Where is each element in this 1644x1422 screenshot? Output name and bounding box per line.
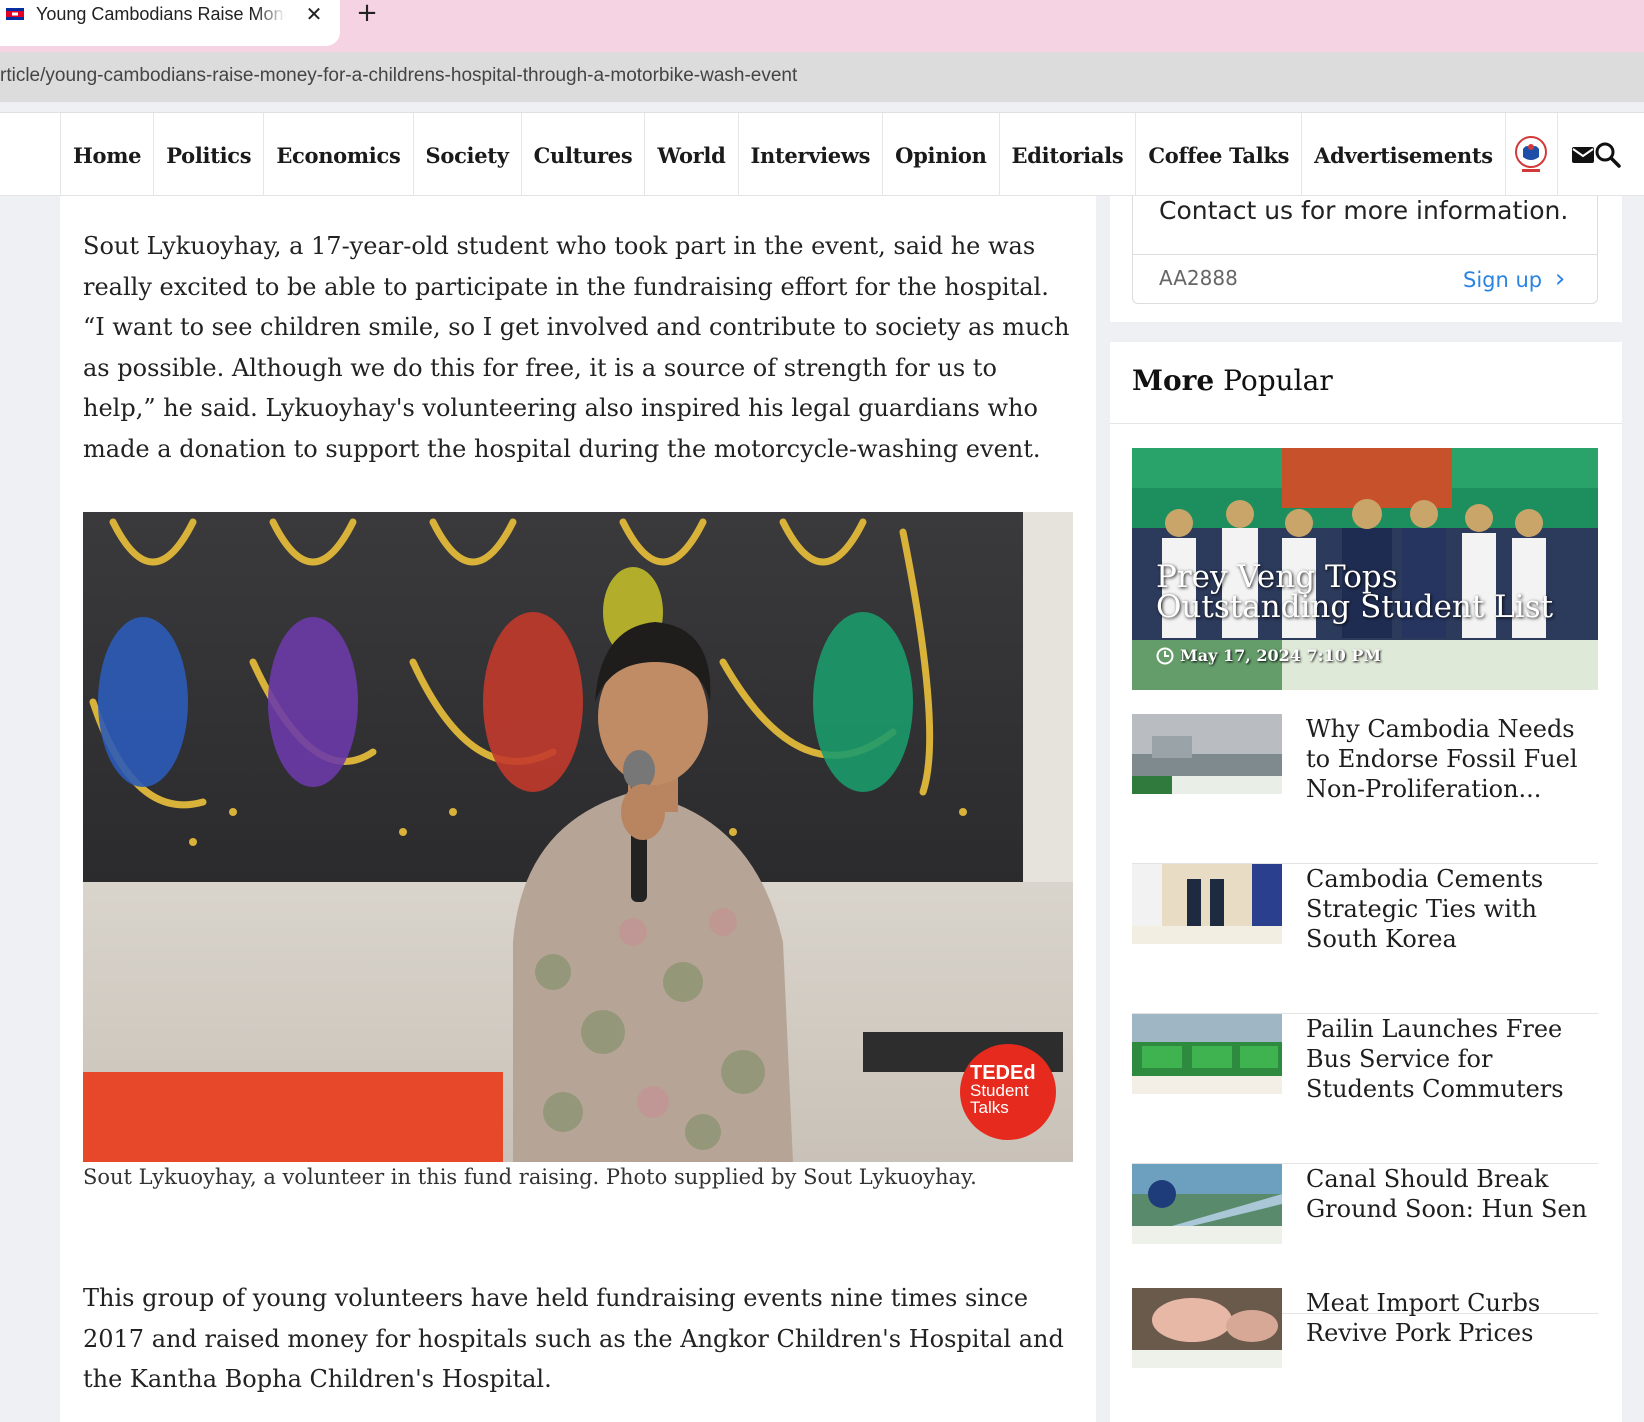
story-thumbnail bbox=[1132, 1288, 1282, 1368]
widget-title: More Popular bbox=[1132, 364, 1333, 397]
new-tab-button[interactable]: + bbox=[354, 0, 380, 28]
nav-item-advertisements[interactable]: Advertisements bbox=[1301, 113, 1505, 197]
story-title[interactable]: Meat Import Curbs Revive Pork Prices bbox=[1306, 1288, 1596, 1348]
popular-list-item[interactable]: Meat Import Curbs Revive Pork Prices bbox=[1132, 1288, 1598, 1422]
mail-icon bbox=[1572, 147, 1595, 163]
newsletter-box: Contact us for more information. AA2888 … bbox=[1110, 196, 1622, 322]
nav-item-coffee-talks[interactable]: Coffee Talks bbox=[1135, 113, 1301, 197]
featured-story-title[interactable]: Prey Veng Tops Outstanding Student List bbox=[1156, 562, 1576, 623]
story-title[interactable]: Why Cambodia Needs to Endorse Fossil Fue… bbox=[1306, 714, 1596, 804]
popular-list-item[interactable]: Cambodia Cements Strategic Ties with Sou… bbox=[1132, 864, 1598, 1014]
nav-item-opinion[interactable]: Opinion bbox=[882, 113, 998, 197]
story-thumbnail bbox=[1132, 714, 1282, 794]
ted-badge-talks: Talks bbox=[970, 1098, 1009, 1117]
more-popular-widget: More Popular Prey Veng Tops Outstanding … bbox=[1110, 342, 1622, 1422]
nav-item-cultures[interactable]: Cultures bbox=[520, 113, 645, 197]
newsletter-card: Contact us for more information. AA2888 … bbox=[1132, 196, 1598, 304]
popular-list-item[interactable]: Pailin Launches Free Bus Service for Stu… bbox=[1132, 1014, 1598, 1164]
chevron-right-icon: › bbox=[1554, 264, 1566, 294]
widget-title-rest: Popular bbox=[1214, 364, 1333, 397]
story-title[interactable]: Pailin Launches Free Bus Service for Stu… bbox=[1306, 1014, 1596, 1104]
contact-text: Contact us for more information. bbox=[1159, 196, 1569, 225]
article-body: Sout Lykuoyhay, a 17-year-old student wh… bbox=[60, 196, 1096, 1422]
popular-list-item[interactable]: Why Cambodia Needs to Endorse Fossil Fue… bbox=[1132, 714, 1598, 864]
tab-title: Young Cambodians Raise Money for a Child… bbox=[36, 4, 286, 26]
nav-item-interviews[interactable]: Interviews bbox=[737, 113, 883, 197]
nav-item-editorials[interactable]: Editorials bbox=[998, 113, 1136, 197]
cambodia-flag-icon bbox=[6, 8, 24, 20]
address-bar[interactable]: rticle/young-cambodians-raise-money-for-… bbox=[0, 52, 1644, 102]
nav-item-home[interactable]: Home bbox=[60, 113, 153, 197]
sign-up-label: Sign up bbox=[1463, 268, 1543, 292]
speaker-photo-image bbox=[83, 512, 1073, 1162]
ted-badge-student: Student bbox=[970, 1081, 1029, 1100]
clock-icon bbox=[1156, 647, 1174, 665]
nav-menu: Home Politics Economics Society Cultures… bbox=[60, 113, 1609, 197]
divider bbox=[1133, 254, 1597, 255]
sign-up-link[interactable]: Sign up › bbox=[1463, 264, 1565, 294]
photo-caption: Sout Lykuoyhay, a volunteer in this fund… bbox=[83, 1165, 977, 1189]
widget-title-bold: More bbox=[1132, 364, 1215, 397]
featured-story[interactable]: Prey Veng Tops Outstanding Student List … bbox=[1132, 448, 1598, 690]
browser-tab-strip: Young Cambodians Raise Money for a Child… bbox=[0, 0, 1644, 52]
featured-story-date: May 17, 2024 7:10 PM bbox=[1180, 646, 1382, 665]
article-paragraph: Sout Lykuoyhay, a 17-year-old student wh… bbox=[83, 232, 1070, 463]
story-thumbnail bbox=[1132, 864, 1282, 944]
widget-header: More Popular bbox=[1110, 342, 1622, 424]
article-paragraph: This group of young volunteers have held… bbox=[83, 1284, 1064, 1393]
story-thumbnail bbox=[1132, 1164, 1282, 1244]
url-text[interactable]: rticle/young-cambodians-raise-money-for-… bbox=[0, 65, 797, 87]
khmer-logo-icon bbox=[1515, 136, 1548, 172]
close-tab-icon[interactable]: ✕ bbox=[302, 0, 326, 28]
story-title[interactable]: Cambodia Cements Strategic Ties with Sou… bbox=[1306, 864, 1596, 954]
browser-tab[interactable]: Young Cambodians Raise Money for a Child… bbox=[0, 0, 340, 46]
nav-item-politics[interactable]: Politics bbox=[153, 113, 263, 197]
khmer-site-logo-button[interactable] bbox=[1504, 113, 1557, 197]
promo-code: AA2888 bbox=[1159, 266, 1238, 290]
nav-item-society[interactable]: Society bbox=[412, 113, 521, 197]
nav-item-world[interactable]: World bbox=[644, 113, 737, 197]
story-thumbnail bbox=[1132, 1014, 1282, 1094]
article-photo: TEDEd Student Talks bbox=[83, 512, 1073, 1162]
nav-item-economics[interactable]: Economics bbox=[263, 113, 412, 197]
site-navigation: Home Politics Economics Society Cultures… bbox=[0, 112, 1644, 197]
ted-ed-badge: TEDEd Student Talks bbox=[970, 1063, 1050, 1117]
story-title[interactable]: Canal Should Break Ground Soon: Hun Sen bbox=[1306, 1164, 1596, 1224]
search-icon[interactable] bbox=[1594, 141, 1622, 169]
